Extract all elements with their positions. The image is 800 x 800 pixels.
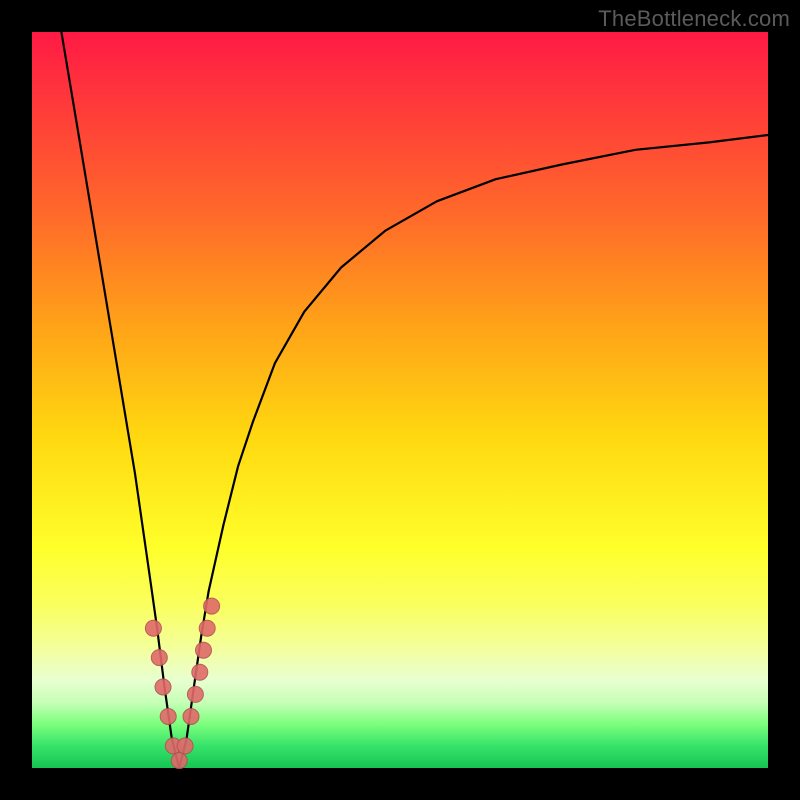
curve-marker: [183, 709, 199, 725]
chart-svg: [32, 32, 768, 768]
curve-marker: [151, 650, 167, 666]
curve-marker: [177, 738, 193, 754]
curve-marker: [187, 686, 203, 702]
curve-marker: [171, 753, 187, 769]
chart-frame: TheBottleneck.com: [0, 0, 800, 800]
plot-area: [32, 32, 768, 768]
curve-marker: [155, 679, 171, 695]
curve-marker: [145, 620, 161, 636]
curve-marker: [199, 620, 215, 636]
curve-marker: [204, 598, 220, 614]
marker-group: [145, 598, 219, 769]
curve-marker: [192, 664, 208, 680]
curve-marker: [160, 709, 176, 725]
curve-marker: [196, 642, 212, 658]
watermark-text: TheBottleneck.com: [598, 6, 790, 32]
